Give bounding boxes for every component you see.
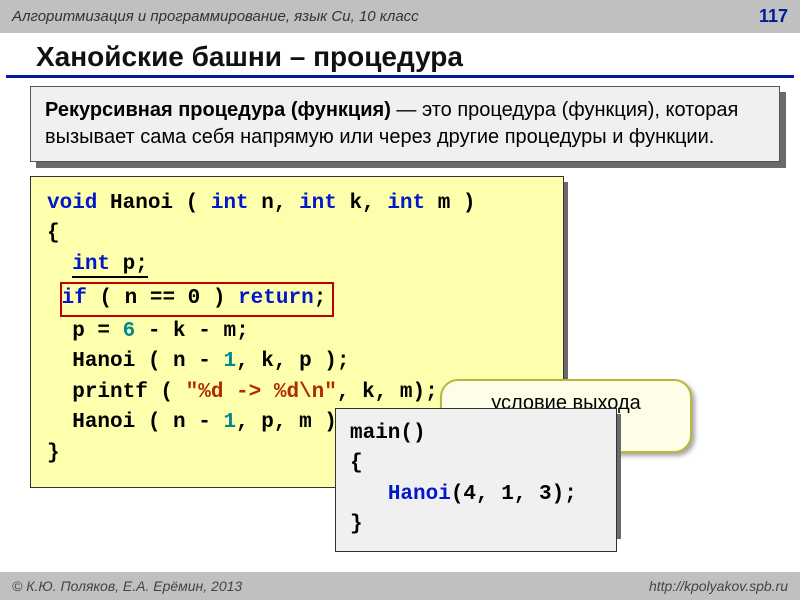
main-line-1: main() xyxy=(350,419,600,449)
kw-int: int xyxy=(72,253,110,278)
main-line-3: Hanoi(4, 1, 3); xyxy=(350,480,600,510)
course-title: Алгоритмизация и программирование, язык … xyxy=(12,8,419,25)
code-line-5: p = 6 - k - m; xyxy=(47,317,547,347)
kw-int: int xyxy=(299,192,337,215)
footer-bar: © К.Ю. Поляков, Е.А. Ерёмин, 2013 http:/… xyxy=(0,572,800,600)
num-literal: 1 xyxy=(223,411,236,434)
kw-void: void xyxy=(47,192,97,215)
slide-title: Ханойские башни – процедура xyxy=(6,33,794,78)
num-literal: 1 xyxy=(223,350,236,373)
main-line-4: } xyxy=(350,510,600,540)
definition-term: Рекурсивная процедура (функция) xyxy=(45,99,391,121)
hanoi-call: Hanoi xyxy=(388,483,451,506)
page-number: 117 xyxy=(759,6,788,27)
footer-url: http://kpolyakov.spb.ru xyxy=(649,578,788,594)
kw-int: int xyxy=(211,192,249,215)
exit-condition-highlight: if ( n == 0 ) return; xyxy=(60,282,335,316)
definition-content: Рекурсивная процедура (функция) — это пр… xyxy=(30,86,780,162)
header-bar: Алгоритмизация и программирование, язык … xyxy=(0,0,800,33)
code-line-2: { xyxy=(47,219,547,249)
code-line-1: void Hanoi ( int n, int k, int m ) xyxy=(47,189,547,219)
code-line-6: Hanoi ( n - 1, k, p ); xyxy=(47,347,547,377)
copyright: © К.Ю. Поляков, Е.А. Ерёмин, 2013 xyxy=(12,578,242,594)
kw-int: int xyxy=(387,192,425,215)
code-line-4: if ( n == 0 ) return; xyxy=(47,280,547,316)
string-literal: "%d -> %d\n" xyxy=(186,381,337,404)
kw-return: return xyxy=(238,287,314,310)
code-line-3: int p; xyxy=(47,250,547,280)
num-literal: 6 xyxy=(123,320,136,343)
main-line-2: { xyxy=(350,449,600,479)
kw-if: if xyxy=(62,287,87,310)
main-code-box: main() { Hanoi(4, 1, 3); } xyxy=(335,408,617,552)
main-box-wrap: main() { Hanoi(4, 1, 3); } xyxy=(335,408,617,552)
definition-box: Рекурсивная процедура (функция) — это пр… xyxy=(30,86,780,162)
